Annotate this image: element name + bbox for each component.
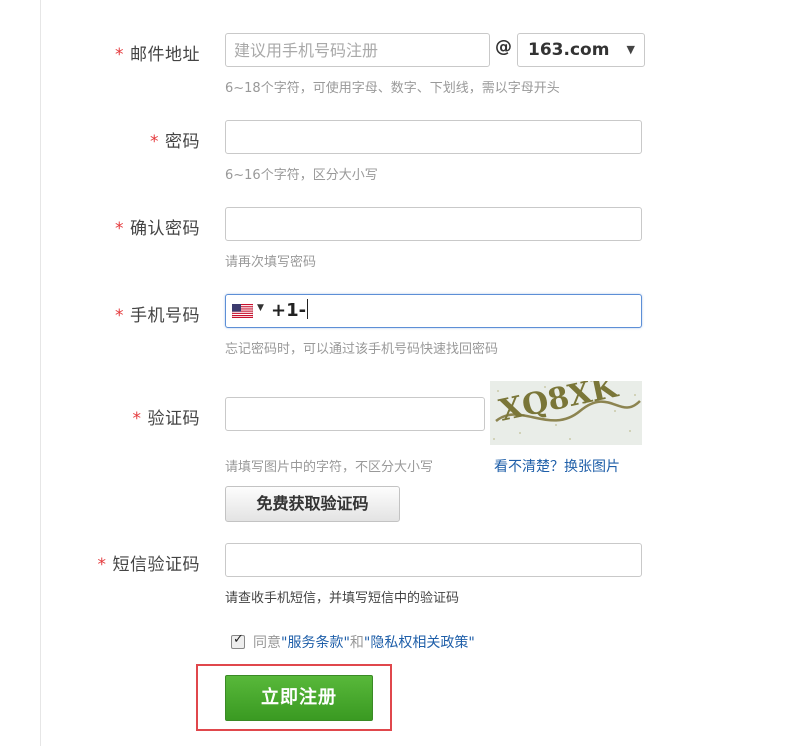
domain-value: 163.com (528, 40, 610, 60)
text-cursor (307, 299, 309, 319)
required-mark: * (150, 132, 159, 152)
confirm-password-label: * 确认密码 (115, 219, 200, 239)
chevron-down-icon: ▼ (626, 43, 635, 56)
sms-code-input[interactable] (225, 543, 642, 577)
sms-code-label: * 短信验证码 (97, 555, 200, 575)
agreement-checkbox[interactable]: ✓ (231, 632, 245, 649)
required-mark: * (115, 45, 124, 65)
email-input[interactable] (225, 33, 490, 67)
privacy-policy-link[interactable]: "隐私权相关政策" (364, 635, 475, 651)
required-mark: * (115, 219, 124, 239)
phone-label: * 手机号码 (115, 306, 200, 326)
us-flag-icon[interactable] (232, 304, 253, 318)
get-verification-code-button[interactable]: 免费获取验证码 (225, 486, 400, 522)
required-mark: * (115, 306, 124, 326)
terms-of-service-link[interactable]: "服务条款" (281, 635, 350, 651)
phone-hint: 忘记密码时，可以通过该手机号码快速找回密码 (225, 342, 499, 357)
captcha-label: * 验证码 (132, 409, 200, 429)
page-border-line (40, 0, 41, 746)
agreement-prefix: 同意 (253, 635, 281, 651)
agreement-row: ✓ 同意"服务条款"和"隐私权相关政策" (231, 632, 475, 652)
captcha-image[interactable]: XQ8XK (490, 381, 642, 445)
email-domain-select[interactable]: 163.com ▼ (517, 33, 645, 67)
phone-value: +1- (271, 299, 309, 321)
check-icon: ✓ (233, 632, 244, 647)
email-hint: 6~18个字符，可使用字母、数字、下划线，需以字母开头 (225, 81, 560, 96)
password-hint: 6~16个字符，区分大小写 (225, 168, 378, 183)
password-label: * 密码 (150, 132, 200, 152)
captcha-hint: 请填写图片中的字符，不区分大小写 (225, 460, 434, 475)
refresh-captcha-link[interactable]: 看不清楚？换张图片 (494, 456, 620, 476)
required-mark: * (132, 409, 142, 429)
sms-code-hint: 请查收手机短信，并填写短信中的验证码 (225, 591, 460, 606)
captcha-input[interactable] (225, 397, 485, 431)
register-submit-button[interactable]: 立即注册 (225, 675, 373, 721)
agreement-and: 和 (349, 635, 364, 651)
confirm-password-hint: 请再次填写密码 (225, 255, 317, 270)
required-mark: * (97, 555, 107, 575)
country-dropdown-caret-icon[interactable]: ▼ (257, 303, 264, 313)
confirm-password-input[interactable] (225, 207, 642, 241)
password-input[interactable] (225, 120, 642, 154)
phone-input[interactable]: ▼ +1- (225, 294, 642, 328)
email-label: * 邮件地址 (115, 45, 200, 65)
at-symbol: @ (495, 37, 512, 57)
